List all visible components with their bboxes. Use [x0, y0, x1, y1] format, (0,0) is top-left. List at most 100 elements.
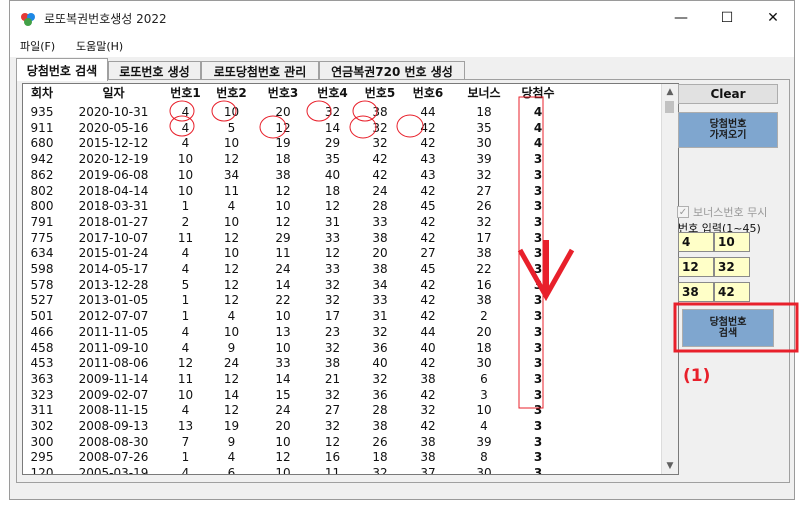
menu-file[interactable]: 파일(F) [20, 38, 55, 54]
bonus-ignore-checkbox[interactable]: ✓ 보너스번호 무시 [677, 204, 767, 220]
table-cell: 10 [275, 199, 291, 214]
table-cell: 38 [372, 262, 388, 276]
table-cell: 5 [181, 277, 190, 292]
table-cell: 14 [275, 371, 291, 386]
table-cell: 802 [30, 183, 54, 198]
results-list[interactable]: 회차 일자 번호1 번호2 번호3 번호4 번호5 번호6 보너스 당첨수 935 2020-10-… [22, 83, 679, 475]
table-cell: 3 [533, 309, 543, 324]
table-row[interactable]: 802 2018-04-14 10 11 12 18 24 42 27 3 [23, 183, 663, 199]
table-cell: 501 [30, 309, 54, 324]
table-cell: 458 [30, 340, 54, 355]
table-row[interactable]: 862 2019-06-08 10 34 38 40 42 43 32 3 [23, 167, 663, 183]
column-header[interactable]: 번호5 [357, 84, 403, 102]
table-row[interactable]: 120 2005-03-19 4 6 10 11 32 37 30 3 [23, 465, 663, 475]
table-row[interactable]: 800 2018-03-31 1 4 10 12 28 45 26 3 [23, 198, 663, 214]
clear-button[interactable]: Clear [678, 84, 778, 104]
table-cell: 18 [372, 450, 388, 465]
table-cell: 38 [420, 450, 436, 465]
table-cell: 1 [181, 309, 190, 324]
get-winning-numbers-button[interactable]: 당첨번호 가져오기 [678, 112, 778, 148]
column-header[interactable]: 번호1 [166, 84, 205, 102]
table-cell: 32 [324, 387, 341, 402]
table-cell: 22 [476, 262, 492, 276]
table-row[interactable]: 311 2008-11-15 4 12 24 27 28 32 10 3 [23, 402, 663, 418]
table-cell: 3 [480, 387, 488, 402]
tab-pension-generate[interactable]: 연금복권720 번호 생성 [319, 61, 465, 80]
table-cell: 3 [533, 262, 543, 276]
number-input-4[interactable]: 32 [714, 257, 750, 277]
window-title: 로또복권번호생성 2022 [44, 12, 167, 26]
table-cell: 12 [223, 403, 240, 418]
table-row[interactable]: 501 2012-07-07 1 4 10 17 31 42 2 3 [23, 308, 663, 324]
number-input-5[interactable]: 38 [678, 282, 714, 302]
column-header[interactable]: 일자 [61, 84, 166, 102]
table-row[interactable]: 942 2020-12-19 10 12 18 35 42 43 39 3 [23, 151, 663, 167]
table-cell: 2 [181, 214, 190, 229]
number-input-3[interactable]: 12 [678, 257, 714, 277]
table-row[interactable]: 323 2009-02-07 10 14 15 32 36 42 3 3 [23, 387, 663, 403]
column-header[interactable]: 번호6 [403, 84, 453, 102]
table-row[interactable]: 295 2008-07-26 1 4 12 16 18 38 8 3 [23, 449, 663, 465]
annotation-step-label: (1) [683, 366, 711, 386]
table-cell: 38 [372, 105, 388, 119]
table-cell: 453 [30, 356, 54, 371]
table-row[interactable]: 300 2008-08-30 7 9 10 12 26 38 39 3 [23, 434, 663, 450]
number-input-1[interactable]: 4 [678, 232, 714, 252]
table-row[interactable]: 598 2014-05-17 4 12 24 33 38 45 22 3 [23, 261, 663, 277]
table-row[interactable]: 527 2013-01-05 1 12 22 32 33 42 38 3 [23, 292, 663, 308]
menu-help[interactable]: 도움말(H) [76, 38, 123, 54]
table-cell: 3 [533, 403, 543, 418]
column-header[interactable]: 번호4 [308, 84, 357, 102]
table-cell: 295 [30, 450, 54, 465]
table-row[interactable]: 466 2011-11-05 4 10 13 23 32 44 20 3 [23, 324, 663, 340]
column-header[interactable]: 보너스 [453, 84, 515, 102]
table-cell: 32 [372, 466, 388, 475]
table-row[interactable]: 911 2020-05-16 4 5 12 14 32 42 35 4 [23, 120, 663, 136]
column-header[interactable]: 번호2 [205, 84, 258, 102]
table-cell: 12 [275, 183, 291, 198]
table-row[interactable]: 634 2015-01-24 4 10 11 12 20 27 38 3 [23, 245, 663, 261]
maximize-button[interactable]: ☐ [704, 1, 750, 35]
table-cell: 300 [30, 434, 54, 449]
table-cell: 20 [372, 246, 388, 261]
number-input-6[interactable]: 42 [714, 282, 750, 302]
table-row[interactable]: 791 2018-01-27 2 10 12 31 33 42 32 3 [23, 214, 663, 230]
minimize-button[interactable]: — [658, 1, 704, 35]
table-row[interactable]: 363 2009-11-14 11 12 14 21 32 38 6 3 [23, 371, 663, 387]
close-button[interactable]: ✕ [750, 1, 796, 35]
scroll-down-arrow-icon[interactable]: ▼ [662, 458, 678, 474]
table-cell: 4 [181, 340, 190, 355]
table-row[interactable]: 578 2013-12-28 5 12 14 32 34 42 16 3 [23, 277, 663, 293]
table-row[interactable]: 935 2020-10-31 4 10 20 32 38 44 18 4 [23, 104, 663, 120]
table-cell: 2018-01-27 [78, 214, 149, 229]
table-cell: 11 [223, 183, 240, 198]
vertical-scrollbar[interactable]: ▲ ▼ [661, 84, 678, 474]
table-cell: 31 [324, 214, 341, 229]
table-cell: 10 [476, 403, 492, 418]
tab-winning-manage[interactable]: 로또당첨번호 관리 [201, 61, 319, 80]
scroll-up-arrow-icon[interactable]: ▲ [662, 84, 678, 100]
table-cell: 42 [420, 136, 436, 151]
table-cell: 10 [223, 246, 240, 261]
table-row[interactable]: 453 2011-08-06 12 24 33 38 40 42 30 3 [23, 355, 663, 371]
table-cell: 40 [324, 167, 341, 182]
column-header[interactable]: 회차 [23, 84, 61, 102]
table-cell: 3 [533, 152, 543, 167]
column-header[interactable]: 번호3 [258, 84, 308, 102]
table-row[interactable]: 680 2015-12-12 4 10 19 29 32 42 30 4 [23, 135, 663, 151]
scroll-thumb[interactable] [665, 101, 674, 113]
table-cell: 862 [30, 167, 54, 182]
table-row[interactable]: 302 2008-09-13 13 19 20 32 38 42 4 3 [23, 418, 663, 434]
table-cell: 32 [372, 136, 388, 151]
table-cell: 4 [533, 136, 543, 151]
search-winning-button[interactable]: 당첨번호 검색 [682, 309, 774, 347]
column-header[interactable]: 당첨수 [515, 84, 561, 102]
table-row[interactable]: 775 2017-10-07 11 12 29 33 38 42 17 3 [23, 230, 663, 246]
tab-winning-search[interactable]: 당첨번호 검색 [16, 58, 108, 81]
number-input-2[interactable]: 10 [714, 232, 750, 252]
table-cell: 14 [275, 277, 291, 292]
menu-bar: 파일(F) 도움말(H) [10, 35, 794, 57]
tab-lotto-generate[interactable]: 로또번호 생성 [108, 61, 201, 80]
table-cell: 12 [177, 356, 194, 371]
table-row[interactable]: 458 2011-09-10 4 9 10 32 36 40 18 3 [23, 340, 663, 356]
